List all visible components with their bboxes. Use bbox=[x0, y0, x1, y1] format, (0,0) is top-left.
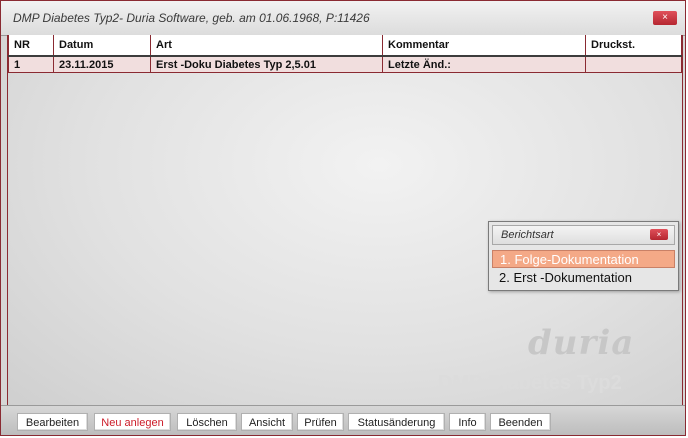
records-table: NR Datum Art Kommentar Druckst. 1 23.11.… bbox=[8, 35, 682, 73]
neu-anlegen-button[interactable]: Neu anlegen bbox=[94, 413, 171, 431]
cell-art: Erst -Doku Diabetes Typ 2,5.01 bbox=[150, 55, 383, 73]
berichtsart-dialog: Berichtsart × 1. Folge-Dokumentation 2. … bbox=[488, 221, 679, 291]
cell-nr: 1 bbox=[8, 55, 54, 73]
column-header-nr[interactable]: NR bbox=[8, 35, 54, 57]
pruefen-button[interactable]: Prüfen bbox=[297, 413, 344, 431]
window-title: DMP Diabetes Typ2- Duria Software, geb. … bbox=[13, 11, 370, 25]
product-watermark: DMP Diabetes Typ2 bbox=[438, 372, 622, 394]
column-header-datum[interactable]: Datum bbox=[53, 35, 151, 57]
bottom-toolbar: Bearbeiten Neu anlegen Löschen Ansicht P… bbox=[1, 405, 685, 435]
dialog-title-bar: Berichtsart × bbox=[492, 225, 675, 245]
info-button[interactable]: Info bbox=[449, 413, 486, 431]
table-header-row: NR Datum Art Kommentar Druckst. bbox=[8, 35, 682, 57]
loeschen-button[interactable]: Löschen bbox=[177, 413, 237, 431]
table-row[interactable]: 1 23.11.2015 Erst -Doku Diabetes Typ 2,5… bbox=[8, 55, 682, 73]
column-header-art[interactable]: Art bbox=[150, 35, 383, 57]
cell-kommentar: Letzte Änd.: bbox=[382, 55, 586, 73]
content-area: NR Datum Art Kommentar Druckst. 1 23.11.… bbox=[7, 35, 683, 406]
option-folge-dokumentation[interactable]: 1. Folge-Dokumentation bbox=[492, 250, 675, 268]
dialog-close-icon[interactable]: × bbox=[650, 229, 668, 240]
ansicht-button[interactable]: Ansicht bbox=[241, 413, 293, 431]
statusaenderung-button[interactable]: Statusänderung bbox=[348, 413, 445, 431]
bearbeiten-button[interactable]: Bearbeiten bbox=[17, 413, 88, 431]
duria-logo: duria bbox=[528, 323, 635, 363]
main-window: DMP Diabetes Typ2- Duria Software, geb. … bbox=[0, 0, 686, 436]
cell-datum: 23.11.2015 bbox=[53, 55, 151, 73]
column-header-druckst[interactable]: Druckst. bbox=[585, 35, 682, 57]
column-header-kommentar[interactable]: Kommentar bbox=[382, 35, 586, 57]
dialog-title: Berichtsart bbox=[501, 229, 554, 241]
title-bar: DMP Diabetes Typ2- Duria Software, geb. … bbox=[1, 1, 685, 36]
option-erst-dokumentation[interactable]: 2. Erst -Dokumentation bbox=[492, 269, 675, 287]
beenden-button[interactable]: Beenden bbox=[490, 413, 551, 431]
cell-druckst bbox=[585, 55, 682, 73]
close-icon[interactable]: × bbox=[653, 11, 677, 25]
